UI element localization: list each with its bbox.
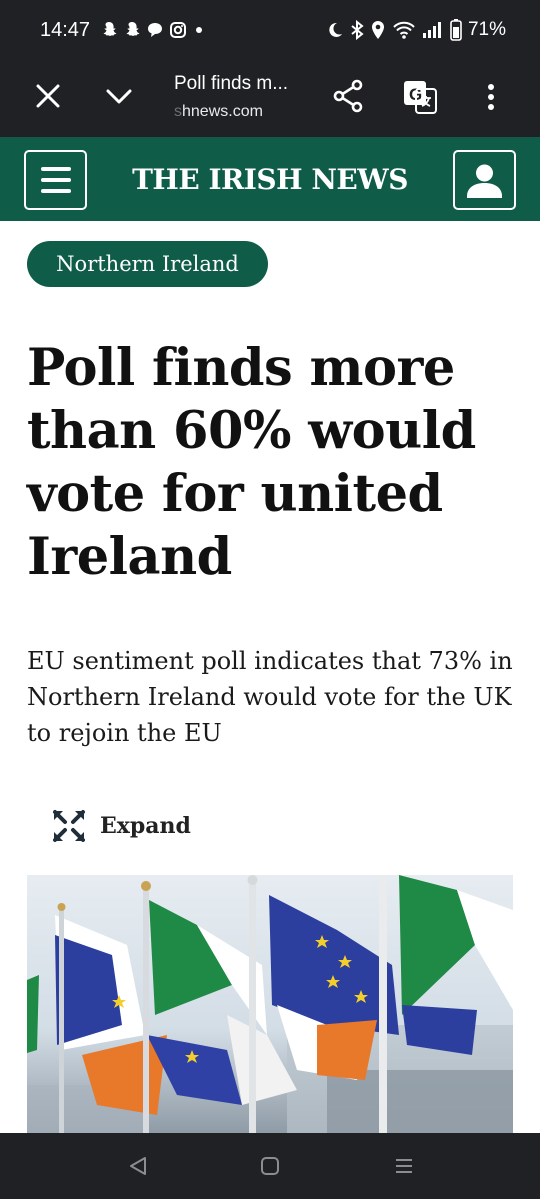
category-tag[interactable]: Northern Ireland: [27, 241, 268, 287]
home-icon[interactable]: [259, 1155, 281, 1177]
url-display[interactable]: shnews.com: [174, 103, 263, 121]
system-navigation-bar: [0, 1133, 540, 1199]
status-bar: 14:47 71%: [0, 0, 540, 62]
url-text: hnews.com: [182, 103, 263, 120]
status-time: 14:47: [40, 19, 91, 41]
dot-icon: [196, 27, 202, 33]
url-faded-prefix: s: [174, 103, 182, 120]
location-icon: [371, 21, 384, 39]
back-icon[interactable]: [127, 1155, 149, 1177]
flags-illustration: [27, 875, 513, 1133]
system-status: 71%: [326, 19, 506, 41]
recents-icon[interactable]: [393, 1155, 415, 1177]
chevron-down-icon[interactable]: [104, 82, 134, 110]
signal-icon: [422, 22, 441, 38]
moon-icon: [329, 22, 342, 37]
article-standfirst: EU sentiment poll indicates that 73% in …: [27, 647, 513, 747]
chat-bubble-icon: [148, 23, 162, 37]
snapchat-icon: [126, 22, 140, 37]
bluetooth-icon: [351, 20, 364, 40]
snapchat-icon: [103, 22, 117, 37]
user-icon: [467, 164, 502, 198]
article-headline: Poll finds more than 60% would vote for …: [27, 338, 476, 587]
instagram-icon: [170, 22, 186, 38]
more-options-icon[interactable]: [480, 82, 502, 112]
notification-icons: [100, 21, 206, 39]
browser-toolbar: Poll finds m... shnews.com G: [0, 62, 540, 137]
expand-label: Expand: [100, 813, 191, 839]
expand-button[interactable]: Expand: [52, 808, 191, 844]
translate-icon[interactable]: G: [402, 79, 438, 115]
wifi-icon: [393, 21, 415, 39]
battery-level: 71%: [467, 19, 506, 40]
page-title-tab[interactable]: Poll finds m...: [174, 73, 288, 95]
account-button[interactable]: [453, 150, 516, 210]
close-icon[interactable]: [34, 82, 62, 110]
expand-arrows-icon: [53, 810, 85, 842]
share-icon[interactable]: [332, 79, 364, 113]
battery-icon: [450, 19, 462, 41]
article-hero-image[interactable]: [27, 875, 513, 1133]
site-header: THE IRISH NEWS: [0, 137, 540, 221]
